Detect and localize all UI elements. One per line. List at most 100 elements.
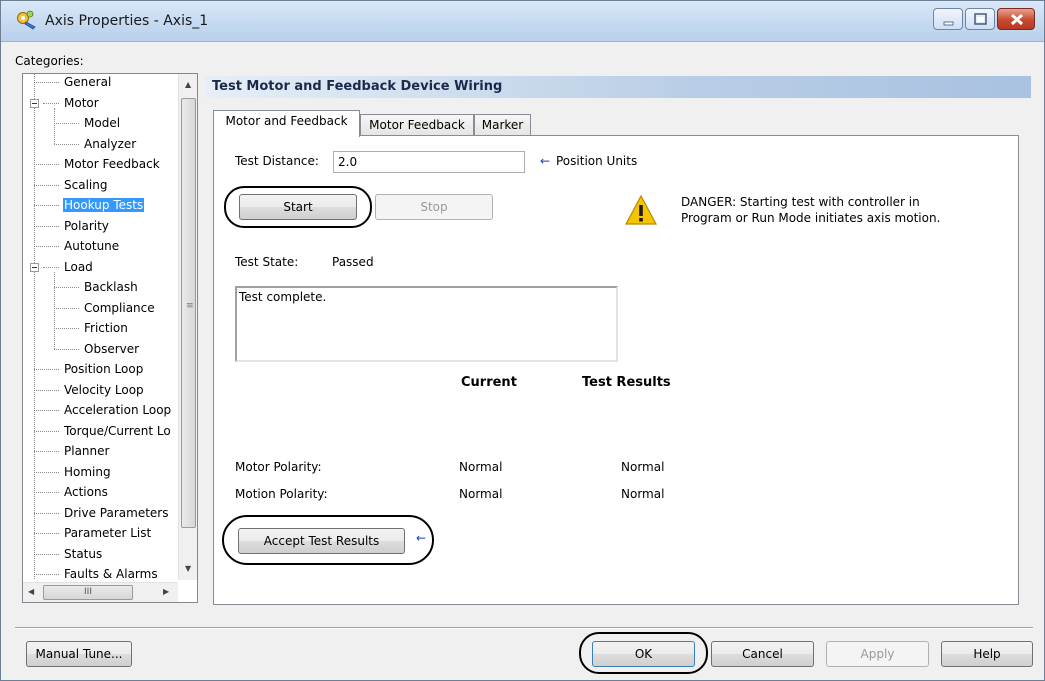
tree-item[interactable]: Parameter List [63, 523, 152, 543]
title-bar[interactable]: Axis Properties - Axis_1 [1, 1, 1044, 42]
tree-item[interactable]: Drive Parameters [63, 503, 170, 523]
tab-motor-feedback[interactable]: Motor Feedback [360, 114, 474, 136]
tree-item[interactable]: Friction [83, 318, 129, 338]
tree-item[interactable]: Planner [63, 441, 110, 461]
tree-connector [54, 307, 79, 309]
tree-item[interactable]: Backlash [83, 277, 139, 297]
tree-item-label: Scaling [64, 177, 108, 192]
tree-item-label: Torque/Current Lo [64, 423, 171, 438]
tree-connector [34, 512, 59, 514]
tree-item-label: Drive Parameters [64, 505, 169, 520]
danger-text-line2: Program or Run Mode initiates axis motio… [681, 211, 941, 225]
tree-connector [34, 82, 59, 83]
tree-item[interactable]: Actions [63, 482, 109, 502]
tree-item-label: Acceleration Loop [64, 403, 172, 417]
category-tree[interactable]: General Motor Model Analyzer Motor Feedback S… [22, 73, 198, 603]
collapse-icon[interactable] [30, 98, 39, 108]
tree-item[interactable]: Hookup Tests [63, 195, 145, 215]
tree-connector [54, 287, 79, 288]
cancel-button[interactable]: Cancel [711, 641, 814, 667]
grip-icon: ≡ [186, 301, 194, 311]
tree-item[interactable]: Scaling [63, 175, 108, 195]
section-title: Test Motor and Feedback Device Wiring [212, 79, 503, 94]
collapse-icon[interactable] [30, 262, 39, 272]
close-button[interactable] [997, 8, 1035, 30]
tree-item[interactable]: Polarity [63, 216, 110, 236]
highlight-circle-accept [222, 515, 434, 565]
motion-polarity-result: Normal [621, 487, 665, 501]
tree-item[interactable]: Torque/Current Lo [63, 421, 172, 441]
tree-item[interactable]: Motor Feedback [63, 154, 161, 174]
maximize-icon [974, 13, 987, 25]
tree-connector [34, 246, 59, 247]
tree-item[interactable]: Observer [83, 339, 140, 359]
minimize-icon [943, 21, 954, 26]
maximize-button[interactable] [965, 8, 995, 30]
test-state-value: Passed [332, 255, 374, 269]
tree-item[interactable]: Analyzer [83, 134, 137, 154]
tree-item-label: Autotune [64, 239, 120, 253]
tree-item[interactable]: Motor [63, 93, 100, 113]
tree-item-label: Hookup Tests [63, 198, 145, 212]
tree-connector [34, 74, 35, 579]
position-units-label: Position Units [556, 154, 638, 168]
close-icon [1010, 13, 1024, 26]
test-message-box: Test complete. [235, 286, 618, 362]
tree-item[interactable]: General [63, 74, 112, 92]
tree-connector [43, 266, 59, 268]
test-distance-label: Test Distance: [235, 154, 319, 168]
danger-text-line1: DANGER: Starting test with controller in [681, 195, 920, 209]
tree-connector [54, 107, 55, 144]
motor-polarity-label: Motor Polarity: [235, 460, 322, 474]
tree-item-label: Parameter List [64, 526, 152, 540]
tree-item[interactable]: Faults & Alarms [63, 564, 159, 584]
test-message-text: Test complete. [239, 290, 327, 304]
tree-connector [34, 369, 59, 370]
scroll-up-arrow-icon[interactable]: ▲ [185, 80, 191, 89]
footer-separator [15, 627, 1033, 629]
tree-connector [34, 184, 59, 186]
tree-item[interactable]: Load [63, 257, 94, 277]
motor-polarity-current: Normal [459, 460, 503, 474]
tree-item[interactable]: Model [83, 113, 121, 133]
grip-icon: III [84, 587, 92, 597]
tree-item[interactable]: Velocity Loop [63, 380, 145, 400]
tree-item-label: Model [84, 116, 121, 130]
tree-item[interactable]: Compliance [83, 298, 156, 318]
tree-vertical-scrollbar[interactable]: ▲ ≡ ▼ [178, 74, 197, 580]
apply-button[interactable]: Apply [826, 641, 929, 667]
minimize-button[interactable] [933, 8, 963, 30]
motion-polarity-current: Normal [459, 487, 503, 501]
tree-connector [34, 430, 59, 432]
scroll-right-arrow-icon[interactable]: ▶ [163, 587, 169, 596]
tree-item[interactable]: Autotune [63, 236, 120, 256]
tree-item-label: Actions [64, 485, 108, 499]
tree-horizontal-scrollbar[interactable]: ◀ III ▶ [23, 582, 178, 602]
tree-item[interactable]: Homing [63, 462, 112, 482]
window-title: Axis Properties - Axis_1 [45, 13, 209, 29]
tree-connector [54, 123, 79, 124]
tree-connector [34, 451, 59, 452]
tree-connector [43, 102, 59, 104]
stop-button[interactable]: Stop [375, 194, 493, 220]
tree-item[interactable]: Status [63, 544, 103, 564]
tree-connector [34, 410, 59, 411]
tree-item-label: Motor Feedback [64, 157, 160, 171]
tree-item-label: Velocity Loop [64, 382, 144, 397]
tree-item[interactable]: Acceleration Loop [63, 400, 172, 420]
tree-connector [34, 205, 59, 206]
manual-tune-button[interactable]: Manual Tune... [26, 641, 132, 667]
tab-marker[interactable]: Marker [474, 114, 531, 136]
tree-item-label: Polarity [64, 218, 109, 233]
tree-connector [54, 328, 79, 329]
tab-motor-and-feedback[interactable]: Motor and Feedback [213, 110, 360, 137]
tree-connector [54, 271, 55, 349]
tree-hscroll-thumb[interactable]: III [43, 585, 133, 600]
tree-connector [34, 225, 59, 227]
test-distance-input[interactable]: 2.0 [333, 151, 525, 173]
scroll-down-arrow-icon[interactable]: ▼ [185, 564, 191, 573]
tree-item[interactable]: Position Loop [63, 359, 144, 379]
scroll-left-arrow-icon[interactable]: ◀ [28, 587, 34, 596]
help-button[interactable]: Help [941, 641, 1033, 667]
tree-vscroll-thumb[interactable]: ≡ [181, 98, 196, 528]
